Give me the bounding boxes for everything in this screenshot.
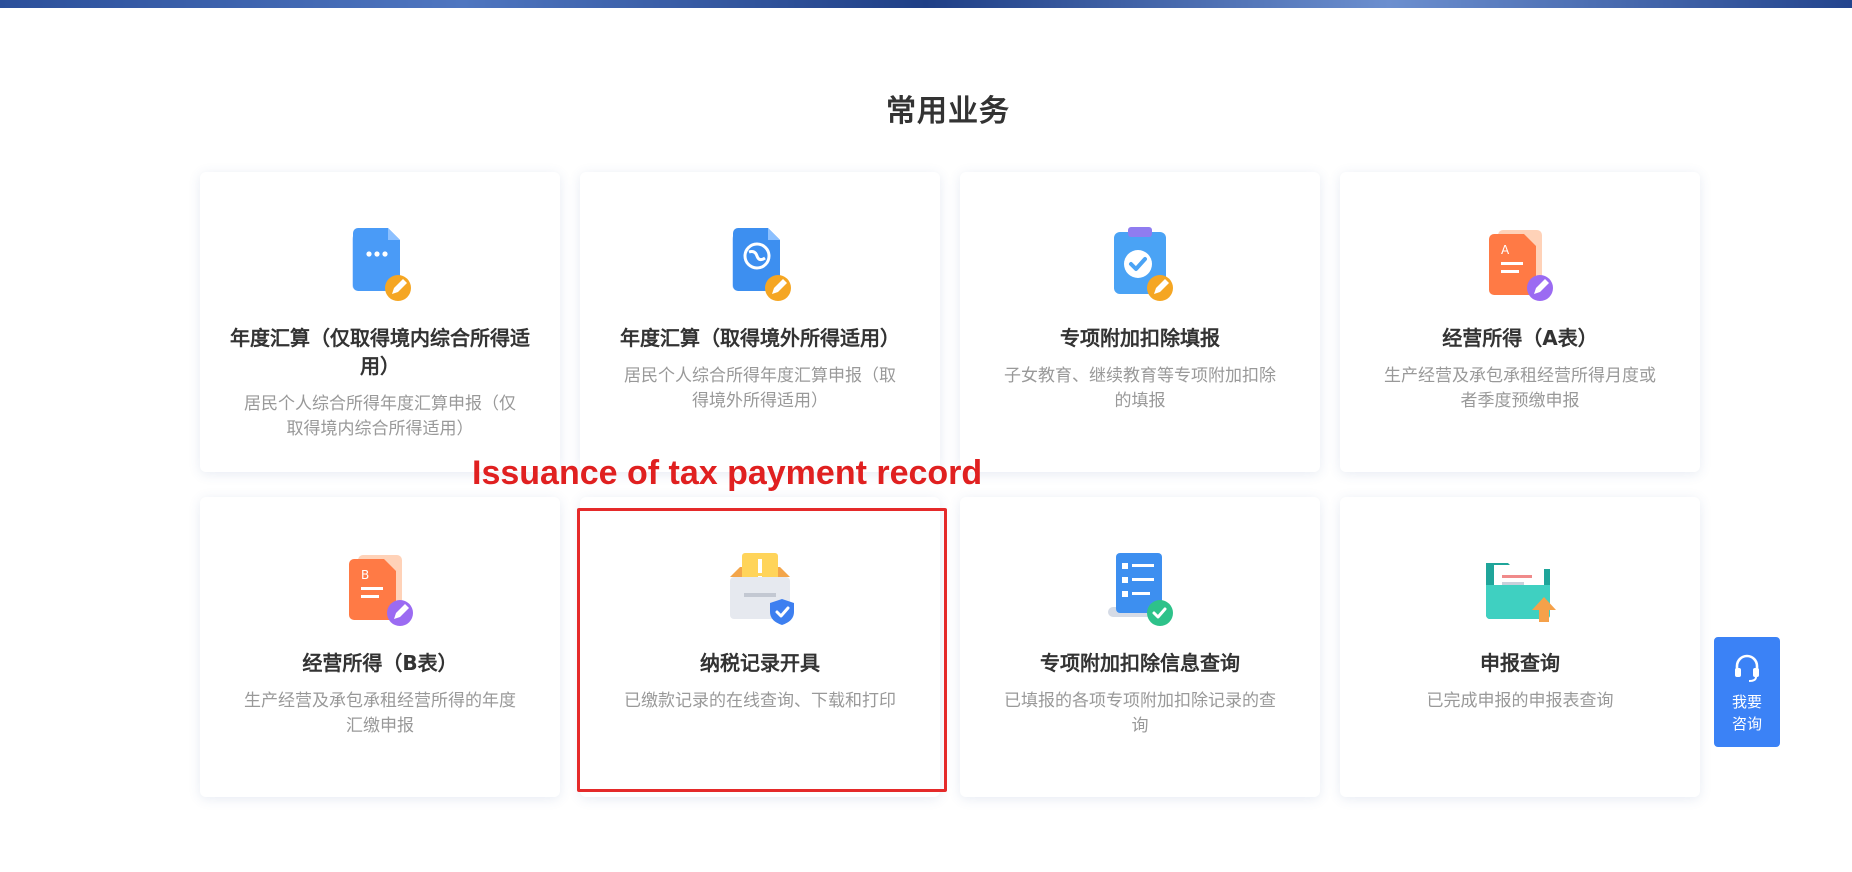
clipboard-check-icon xyxy=(1100,224,1180,304)
card-title: 年度汇算（取得境外所得适用） xyxy=(620,326,900,350)
card-title: 申报查询 xyxy=(1480,651,1560,675)
card-description: 已完成申报的申报表查询 xyxy=(1426,691,1614,711)
consult-label-line1: 我要 xyxy=(1731,693,1762,711)
headset-icon xyxy=(1714,651,1780,687)
card-title: 专项附加扣除信息查询 xyxy=(1040,651,1240,675)
card-business-a[interactable]: A 经营所得（A表） 生产经营及承包承租经营所得月度或者季度预缴申报 xyxy=(1340,172,1700,472)
svg-text:B: B xyxy=(361,568,369,582)
card-special-deduction[interactable]: 专项附加扣除填报 子女教育、继续教育等专项附加扣除的填报 xyxy=(960,172,1320,472)
highlight-box xyxy=(577,508,947,792)
top-banner xyxy=(0,0,1852,8)
document-edit-icon xyxy=(340,224,420,304)
form-b-icon: B xyxy=(340,549,420,629)
card-title: 专项附加扣除填报 xyxy=(1060,326,1220,350)
card-deduction-query[interactable]: 专项附加扣除信息查询 已填报的各项专项附加扣除记录的查询 xyxy=(960,497,1320,797)
form-a-icon: A xyxy=(1480,224,1560,304)
card-title: 经营所得（B表） xyxy=(302,651,458,675)
folder-upload-icon xyxy=(1480,549,1560,629)
consult-label-line2: 咨询 xyxy=(1731,715,1762,733)
card-declaration-query[interactable]: 申报查询 已完成申报的申报表查询 xyxy=(1340,497,1700,797)
card-description: 生产经营及承包承租经营所得的年度汇缴申报 xyxy=(244,691,516,736)
card-business-b[interactable]: B 经营所得（B表） 生产经营及承包承租经营所得的年度汇缴申报 xyxy=(200,497,560,797)
section-title: 常用业务 xyxy=(886,94,1010,129)
consult-button[interactable]: 我要 咨询 xyxy=(1714,637,1780,747)
card-title: 经营所得（A表） xyxy=(1442,326,1598,350)
annotation-label: Issuance of tax payment record xyxy=(472,454,983,492)
card-description: 居民个人综合所得年度汇算申报（仅取得境内综合所得适用） xyxy=(244,394,516,439)
card-description: 子女教育、继续教育等专项附加扣除的填报 xyxy=(1004,366,1276,411)
checklist-scroll-icon xyxy=(1100,549,1180,629)
card-annual-overseas[interactable]: 年度汇算（取得境外所得适用） 居民个人综合所得年度汇算申报（取得境外所得适用） xyxy=(580,172,940,472)
card-annual-domestic[interactable]: 年度汇算（仅取得境内综合所得适用） 居民个人综合所得年度汇算申报（仅取得境内综合… xyxy=(200,172,560,472)
card-description: 已填报的各项专项附加扣除记录的查询 xyxy=(1004,691,1276,736)
card-description: 生产经营及承包承租经营所得月度或者季度预缴申报 xyxy=(1384,366,1656,411)
card-description: 居民个人综合所得年度汇算申报（取得境外所得适用） xyxy=(624,366,896,411)
card-title: 年度汇算（仅取得境内综合所得适用） xyxy=(230,326,530,378)
svg-text:A: A xyxy=(1501,243,1510,257)
globe-document-icon xyxy=(720,224,800,304)
